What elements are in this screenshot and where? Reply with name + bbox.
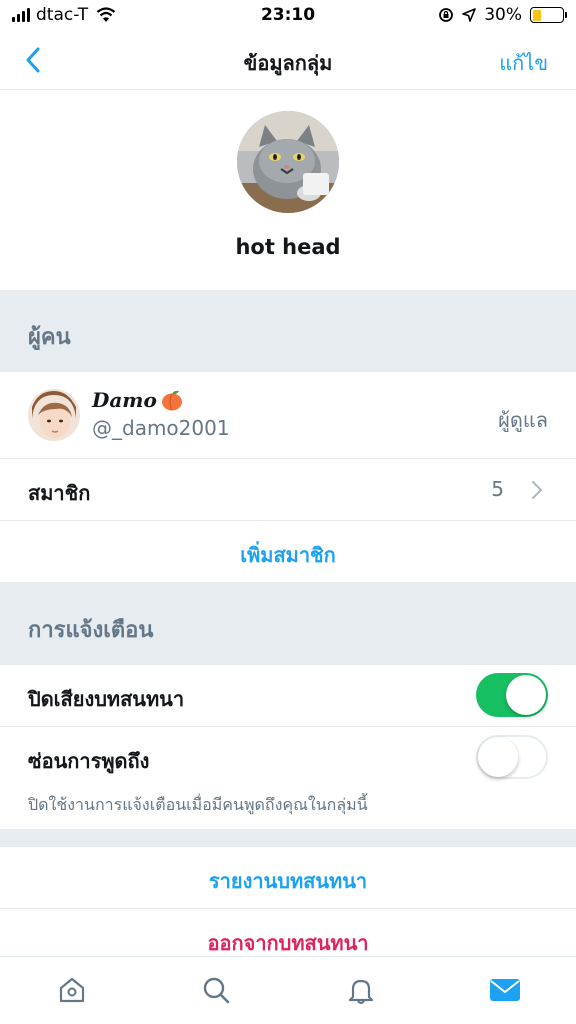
leave-row: ออกจากบทสนทนา	[0, 909, 576, 956]
edit-button[interactable]: แก้ไข	[499, 47, 548, 79]
notifications-bell-icon	[348, 979, 374, 1004]
member-handle: @_damo2001	[92, 416, 230, 440]
members-label: สมาชิก	[28, 481, 91, 505]
tab-bar	[0, 956, 576, 1024]
mute-conversation-label: ปิดเสียงบทสนทนา	[28, 687, 185, 711]
members-row[interactable]: สมาชิก 5	[0, 459, 576, 520]
navigation-bar: ข้อมูลกลุ่ม แก้ไข	[0, 32, 576, 90]
member-role: ผู้ดูแล	[498, 408, 548, 432]
leave-conversation-button[interactable]: ออกจากบทสนทนา	[0, 927, 576, 956]
status-bar: dtac-T 23:10 30%	[0, 0, 576, 32]
member-row[interactable]: Damo @_damo2001 ผู้ดูแล	[0, 372, 576, 458]
members-count: 5	[491, 477, 504, 501]
toggle-knob	[478, 737, 518, 777]
page-title: ข้อมูลกลุ่ม	[243, 51, 333, 75]
hide-mentions-row: ซ่อนการพูดถึง ปิดใช้งานการแจ้งเตือนเมื่อ…	[0, 727, 576, 829]
group-avatar[interactable]	[237, 111, 339, 213]
tab-messages[interactable]	[488, 973, 522, 1007]
screen-lock-icon	[439, 8, 454, 22]
group-name: hot head	[235, 235, 341, 259]
report-row: รายงานบทสนทนา	[0, 847, 576, 908]
messages-envelope-icon	[490, 979, 520, 1001]
member-avatar	[28, 389, 80, 441]
battery-fill	[532, 9, 542, 21]
section-header-label: การแจ้งเตือน	[28, 618, 154, 643]
peach-emoji-icon	[161, 390, 182, 411]
section-header-notifications: การแจ้งเตือน	[0, 582, 576, 665]
mute-conversation-toggle[interactable]	[476, 673, 548, 717]
mute-conversation-row: ปิดเสียงบทสนทนา	[0, 665, 576, 726]
section-spacer	[0, 829, 576, 847]
hide-mentions-toggle[interactable]	[476, 735, 548, 779]
hide-mentions-label: ซ่อนการพูดถึง	[28, 749, 150, 773]
member-photo	[28, 389, 80, 441]
battery-icon	[530, 7, 567, 23]
member-display-name: Damo	[92, 388, 184, 412]
hide-mentions-hint: ปิดใช้งานการแจ้งเตือนเมื่อมีคนพูดถึงคุณใ…	[28, 795, 368, 814]
search-icon	[203, 977, 230, 1004]
group-profile: hot head	[0, 90, 576, 290]
report-conversation-button[interactable]: รายงานบทสนทนา	[0, 865, 576, 897]
section-header-people: ผู้คน	[0, 290, 576, 372]
status-right: 30%	[438, 5, 567, 25]
tab-home[interactable]	[55, 973, 89, 1007]
chevron-right-icon	[532, 481, 542, 499]
battery-percent: 30%	[484, 5, 522, 25]
tab-search[interactable]	[199, 973, 233, 1007]
toggle-knob	[506, 675, 546, 715]
add-member-button[interactable]: เพิ่มสมาชิก	[0, 539, 576, 571]
home-icon	[59, 977, 85, 1003]
member-name-text: Damo	[92, 388, 157, 412]
add-member-row: เพิ่มสมาชิก	[0, 521, 576, 582]
tab-notifications[interactable]	[344, 973, 378, 1007]
grumpy-cat-photo	[237, 111, 339, 213]
location-arrow-icon	[462, 8, 477, 22]
section-header-label: ผู้คน	[28, 325, 71, 350]
